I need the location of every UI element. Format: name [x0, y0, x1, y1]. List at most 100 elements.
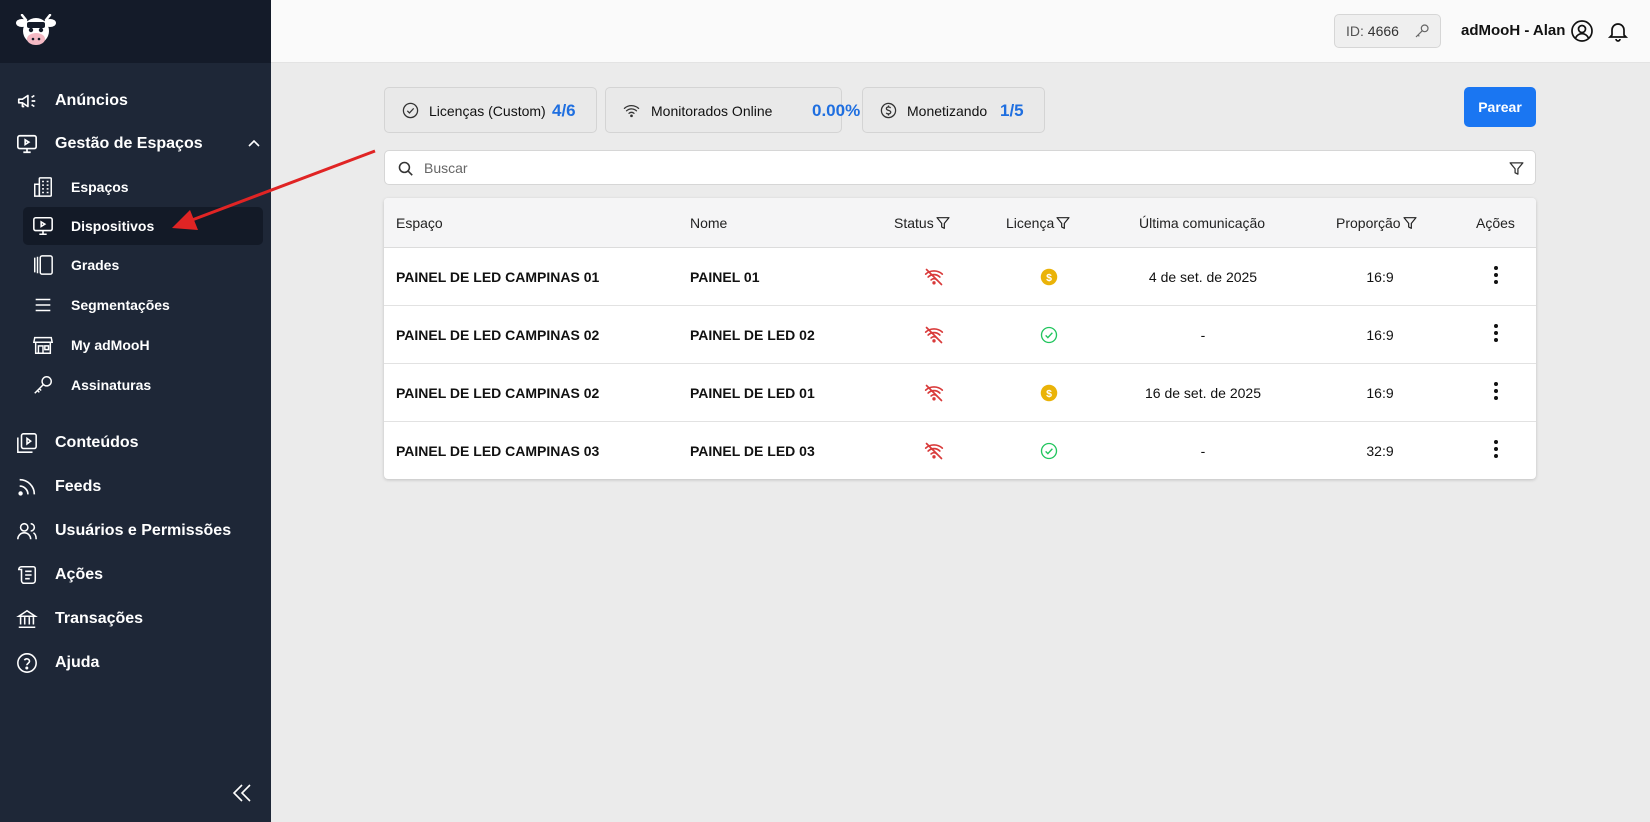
cow-logo-icon[interactable]	[14, 13, 58, 50]
column-header-ultima-comunicacao[interactable]: Última comunicação	[1139, 215, 1265, 231]
kebab-menu-icon[interactable]	[1487, 380, 1505, 402]
sidebar-label-espacos: Espaços	[71, 179, 129, 195]
bell-icon[interactable]	[1606, 19, 1630, 43]
nav-item-ajuda[interactable]: Ajuda	[0, 643, 271, 683]
top-bar: ID: 4666 adMooH - Alan	[271, 0, 1650, 63]
kebab-menu-icon[interactable]	[1487, 438, 1505, 460]
filter-icon[interactable]	[935, 215, 951, 231]
check-circle-icon	[1040, 442, 1058, 460]
nav-label-ajuda: Ajuda	[55, 654, 100, 671]
media-play-icon	[15, 431, 39, 455]
column-header-acoes: Ações	[1476, 215, 1515, 231]
column-header-proporcao[interactable]: Proporção	[1336, 215, 1418, 231]
search-bar	[384, 150, 1536, 185]
sidebar-item-espacos[interactable]: Espaços	[23, 168, 263, 206]
stat-label-licencas: Licenças (Custom)	[429, 103, 546, 119]
cell-espaco: PAINEL DE LED CAMPINAS 02	[396, 385, 600, 401]
search-input[interactable]	[424, 157, 1484, 179]
cell-nome: PAINEL DE LED 01	[690, 385, 815, 401]
table-row[interactable]: PAINEL DE LED CAMPINAS 02 PAINEL DE LED 0…	[384, 364, 1536, 422]
nav-label-conteudos: Conteúdos	[55, 434, 139, 451]
nav-item-conteudos[interactable]: Conteúdos	[0, 423, 271, 463]
table-row[interactable]: PAINEL DE LED CAMPINAS 02 PAINEL DE LED 0…	[384, 306, 1536, 364]
cell-proporcao: 16:9	[1366, 327, 1394, 343]
dollar-circle-icon	[880, 102, 897, 119]
stat-value-monitorados: 0.00%	[812, 101, 861, 120]
sidebar-item-grades[interactable]: Grades	[23, 246, 263, 284]
cell-nome: PAINEL 01	[690, 269, 760, 285]
storefront-icon	[31, 333, 55, 357]
columns-icon	[31, 253, 55, 277]
cell-proporcao: 32:9	[1366, 443, 1394, 459]
sidebar-item-segmentacoes[interactable]: Segmentações	[23, 286, 263, 324]
cell-proporcao: 16:9	[1366, 385, 1394, 401]
users-icon	[15, 519, 39, 543]
cell-nome: PAINEL DE LED 03	[690, 443, 815, 459]
stat-card-monetizando: Monetizando 1/5	[862, 87, 1045, 133]
sidebar-label-grades: Grades	[71, 257, 120, 273]
filter-icon[interactable]	[1402, 215, 1418, 231]
check-circle-icon	[1040, 326, 1058, 344]
key-icon	[31, 373, 55, 397]
nav-item-acoes[interactable]: Ações	[0, 555, 271, 595]
column-header-espaco[interactable]: Espaço	[396, 215, 443, 231]
cell-proporcao: 16:9	[1366, 269, 1394, 285]
parear-button[interactable]: Parear	[1464, 87, 1536, 127]
nav-item-feeds[interactable]: Feeds	[0, 467, 271, 507]
id-label: ID:	[1346, 23, 1364, 39]
wifi-icon	[623, 105, 640, 118]
nav-label-gestao: Gestão de Espaços	[55, 135, 203, 152]
devices-table: Espaço Nome Status Licença Última comuni…	[384, 198, 1536, 479]
key-icon[interactable]	[1414, 23, 1430, 39]
sidebar-item-assinaturas[interactable]: Assinaturas	[23, 366, 263, 404]
stat-value-monetizando: 1/5	[1000, 101, 1024, 120]
scroll-icon	[15, 563, 39, 587]
column-header-nome[interactable]: Nome	[690, 215, 727, 231]
table-row[interactable]: PAINEL DE LED CAMPINAS 03 PAINEL DE LED 0…	[384, 422, 1536, 479]
table-row[interactable]: PAINEL DE LED CAMPINAS 01 PAINEL 01 $4 de …	[384, 248, 1536, 306]
account-id-box[interactable]: ID: 4666	[1334, 14, 1441, 48]
double-chevron-left-icon[interactable]	[231, 782, 253, 804]
stat-label-monetizando: Monetizando	[907, 103, 988, 119]
id-value: 4666	[1367, 23, 1399, 39]
user-name: adMooH - Alan	[1461, 22, 1566, 39]
rss-icon	[15, 475, 39, 499]
kebab-menu-icon[interactable]	[1487, 264, 1505, 286]
wifi-off-icon	[924, 441, 944, 461]
user-circle-icon[interactable]	[1570, 19, 1594, 43]
sidebar-label-my-admooh: My adMooH	[71, 337, 150, 353]
sidebar-item-dispositivos[interactable]: Dispositivos	[23, 207, 263, 245]
logo-bar	[0, 0, 271, 63]
cell-ultima-comunicacao: 16 de set. de 2025	[1145, 385, 1261, 401]
sidebar-item-my-admooh[interactable]: My adMooH	[23, 326, 263, 364]
sidebar-label-assinaturas: Assinaturas	[71, 377, 152, 393]
stat-label-monitorados: Monitorados Online	[651, 103, 773, 119]
monitor-play-icon	[15, 132, 39, 156]
cell-espaco: PAINEL DE LED CAMPINAS 02	[396, 327, 600, 343]
nav-item-anuncios[interactable]: Anúncios	[0, 81, 271, 121]
stat-value-licencas: 4/6	[552, 101, 576, 120]
column-header-status[interactable]: Status	[894, 215, 951, 231]
nav-item-usuarios[interactable]: Usuários e Permissões	[0, 511, 271, 551]
column-header-licenca[interactable]: Licença	[1006, 215, 1071, 231]
cell-espaco: PAINEL DE LED CAMPINAS 01	[396, 269, 600, 285]
cell-espaco: PAINEL DE LED CAMPINAS 03	[396, 443, 600, 459]
chevron-up-icon[interactable]	[246, 136, 262, 152]
nav-label-usuarios: Usuários e Permissões	[55, 522, 232, 539]
column-label-licenca: Licença	[1006, 215, 1055, 231]
sidebar-label-segmentacoes: Segmentações	[71, 297, 170, 313]
wifi-off-icon	[924, 267, 944, 287]
column-label-status: Status	[894, 215, 934, 231]
menu-lines-icon	[31, 293, 55, 317]
building-icon	[31, 175, 55, 199]
nav-label-acoes: Ações	[55, 566, 104, 583]
stat-card-licencas: Licenças (Custom) 4/6	[384, 87, 597, 133]
nav-item-transacoes[interactable]: Transações	[0, 599, 271, 639]
filter-icon[interactable]	[1508, 160, 1525, 177]
nav-item-gestao-de-espacos[interactable]: Gestão de Espaços	[0, 124, 271, 164]
megaphone-icon	[15, 89, 39, 113]
filter-icon[interactable]	[1055, 215, 1071, 231]
cell-ultima-comunicacao: -	[1200, 443, 1206, 459]
kebab-menu-icon[interactable]	[1487, 322, 1505, 344]
wifi-off-icon	[924, 383, 944, 403]
